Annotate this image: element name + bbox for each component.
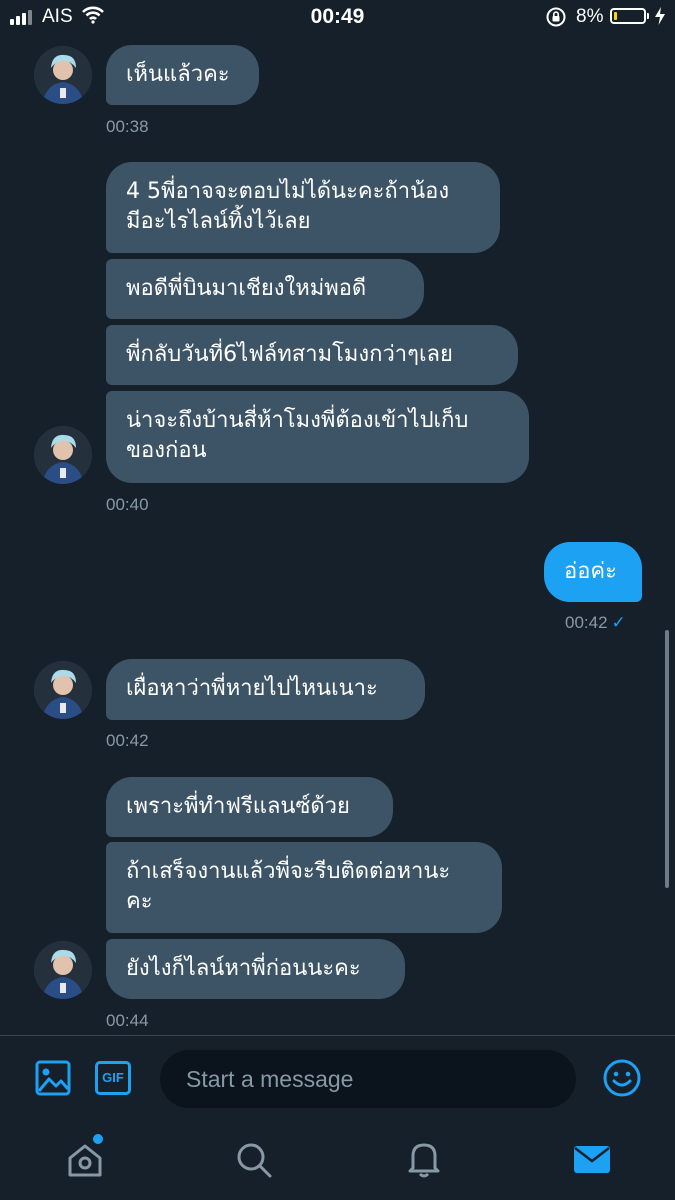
message-timestamp: 00:40 [106, 495, 149, 514]
message-bubble[interactable]: พอดีพี่บินมาเชียงใหม่พอดี [106, 259, 424, 319]
scrollbar[interactable] [665, 630, 669, 888]
rotation-lock-icon [546, 7, 566, 27]
message-bubble[interactable]: พี่กลับวันที่6ไฟล์ทสามโมงกว่าๆเลย [106, 325, 518, 385]
status-bar: AIS 00:49 8% [0, 0, 675, 34]
message-bubble[interactable]: เห็นแล้วคะ [106, 45, 259, 105]
message-timestamp: 00:42 [106, 731, 149, 750]
mail-icon[interactable] [573, 1143, 611, 1175]
gif-label: GIF [102, 1070, 124, 1085]
status-time: 00:49 [310, 5, 365, 28]
message-bubble-sent[interactable]: อ่อค่ะ [544, 542, 642, 602]
battery-icon [610, 8, 646, 24]
avatar-image [34, 426, 92, 484]
avatar-image [34, 661, 92, 719]
gif-icon[interactable]: GIF [95, 1061, 131, 1095]
avatar-image [34, 46, 92, 104]
search-icon[interactable] [235, 1141, 273, 1179]
read-check-icon: ✓ [611, 613, 626, 632]
emoji-icon[interactable] [602, 1058, 642, 1098]
avatar[interactable] [34, 941, 92, 999]
tab-bar [0, 1121, 675, 1200]
message-bubble[interactable]: เผื่อหาว่าพี่หายไปไหนเนาะ [106, 659, 425, 720]
message-timestamp-sent: 00:42 ✓ [565, 613, 626, 632]
home-notification-dot [93, 1134, 103, 1144]
bell-icon[interactable] [405, 1139, 443, 1179]
image-icon[interactable] [35, 1060, 71, 1096]
message-bubble[interactable]: 4 5พี่อาจจะตอบไม่ได้นะคะถ้าน้อง มีอะไรไล… [106, 162, 500, 253]
message-bubble[interactable]: น่าจะถึงบ้านสี่ห้าโมงพี่ต้องเข้าไปเก็บ ข… [106, 391, 529, 483]
avatar[interactable] [34, 661, 92, 719]
avatar[interactable] [34, 426, 92, 484]
battery-cap [647, 13, 649, 19]
message-bubble[interactable]: ถ้าเสร็จงานแล้วพี่จะรีบติดต่อหานะ คะ [106, 842, 502, 933]
message-input[interactable] [160, 1050, 576, 1108]
message-timestamp: 00:44 [106, 1011, 149, 1030]
charging-icon [655, 7, 665, 25]
message-composer: GIF [0, 1035, 675, 1122]
battery-percent: 8% [576, 6, 604, 27]
avatar-image [34, 941, 92, 999]
message-bubble[interactable]: เพราะพี่ทำฟรีแลนซ์ด้วย [106, 777, 393, 837]
message-timestamp: 00:38 [106, 117, 149, 136]
avatar[interactable] [34, 46, 92, 104]
home-icon[interactable] [66, 1141, 104, 1179]
message-bubble[interactable]: ยังไงก็ไลน์หาพี่ก่อนนะคะ [106, 939, 405, 999]
